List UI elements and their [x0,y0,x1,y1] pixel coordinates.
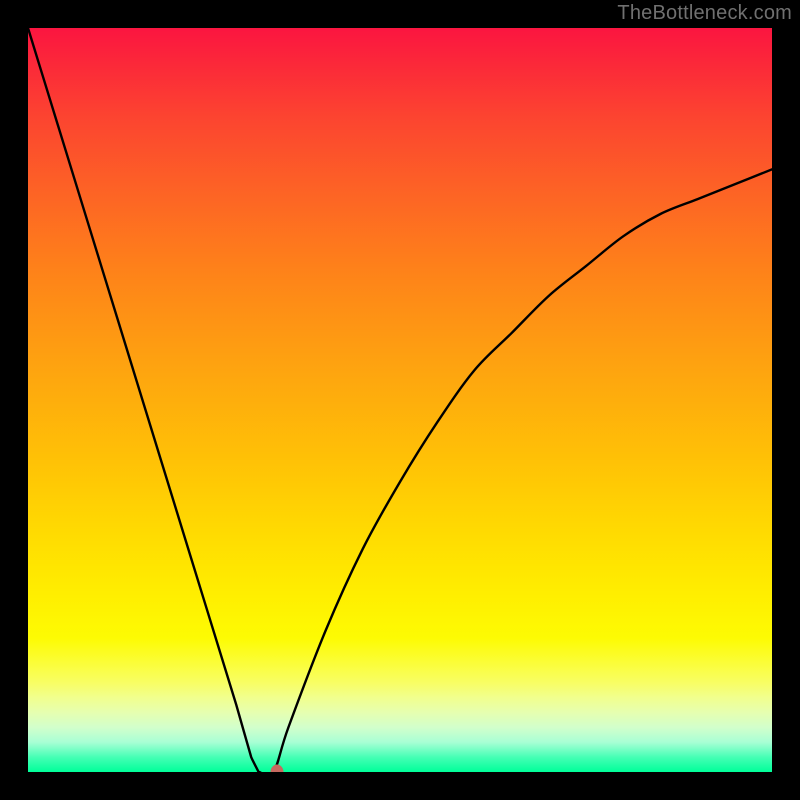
curve-path [28,28,772,772]
watermark-text: TheBottleneck.com [617,2,792,25]
chart-frame: TheBottleneck.com [0,0,800,800]
bottleneck-curve [28,28,772,772]
plot-area [28,28,772,772]
